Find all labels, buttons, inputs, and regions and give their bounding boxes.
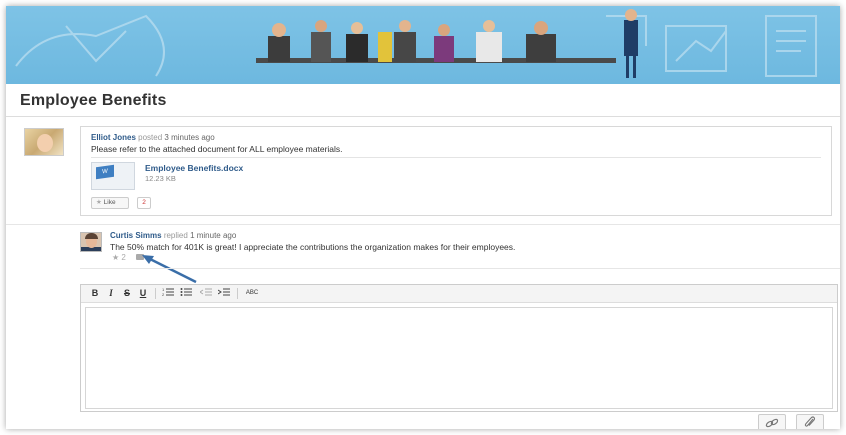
toolbar-separator [237, 288, 238, 299]
attachment-name-link[interactable]: Employee Benefits.docx [145, 163, 243, 173]
post-card: Elliot Jones posted 3 minutes ago Please… [80, 126, 832, 216]
editor-toolbar: B I S U 12 ABC [81, 285, 837, 303]
indent-icon[interactable] [217, 287, 231, 300]
like-button[interactable]: ★ Like [91, 197, 129, 209]
attachment-thumbnail[interactable]: W [91, 162, 135, 190]
page-title: Employee Benefits [20, 92, 167, 109]
numbered-list-icon[interactable]: 12 [161, 287, 175, 300]
bold-button[interactable]: B [89, 287, 101, 300]
post-action: posted [138, 133, 163, 142]
insert-link-button[interactable] [758, 414, 786, 429]
post-meta: Elliot Jones posted 3 minutes ago [91, 133, 215, 142]
avatar-hair [85, 233, 98, 239]
spellcheck-label: ABC [245, 290, 259, 296]
attach-file-button[interactable] [796, 414, 824, 429]
reply-body: The 50% match for 401K is great! I appre… [110, 242, 516, 252]
like-label: Like [103, 199, 116, 206]
star-icon: ★ [112, 253, 120, 262]
header-banner [6, 6, 840, 84]
toolbar-separator [155, 288, 156, 299]
star-icon: ★ [96, 199, 102, 206]
reply-divider [80, 268, 840, 269]
attachment-size: 12.23 KB [145, 174, 176, 183]
post-divider [91, 157, 821, 158]
link-icon [765, 418, 779, 428]
outdent-icon[interactable] [199, 287, 213, 300]
title-divider [6, 116, 840, 117]
reply-star-count: 2 [121, 253, 126, 262]
reply-star-rating[interactable]: ★ 2 [112, 253, 126, 262]
strikethrough-button[interactable]: S [121, 287, 133, 300]
bulleted-list-icon[interactable] [179, 287, 193, 300]
banner-illustration [15, 9, 817, 78]
italic-button[interactable]: I [105, 287, 117, 300]
reply-author-link[interactable]: Curtis Simms [110, 231, 162, 240]
paperclip-icon [804, 416, 816, 427]
avatar-elliot-jones[interactable] [24, 128, 64, 156]
reply-editor: B I S U 12 ABC [80, 284, 838, 412]
reply-text-area[interactable] [85, 307, 833, 409]
underline-button[interactable]: U [137, 287, 149, 300]
post-time: 3 minutes ago [164, 133, 215, 142]
reply-action: replied [163, 231, 188, 240]
word-doc-icon: W [96, 164, 114, 180]
section-divider [6, 224, 840, 225]
avatar-curtis-simms[interactable] [80, 232, 102, 252]
avatar-face [37, 134, 53, 152]
like-count-badge[interactable]: 2 [137, 197, 151, 209]
post-author-link[interactable]: Elliot Jones [91, 133, 136, 142]
post-body: Please refer to the attached document fo… [91, 144, 343, 154]
callout-arrow [142, 255, 197, 284]
svg-text:2: 2 [162, 292, 165, 297]
reply-time: 1 minute ago [190, 231, 237, 240]
app-frame: Employee Benefits Elliot Jones posted 3 … [6, 6, 840, 429]
spellcheck-button[interactable]: ABC [243, 287, 261, 300]
reply-meta: Curtis Simms replied 1 minute ago [110, 231, 236, 240]
